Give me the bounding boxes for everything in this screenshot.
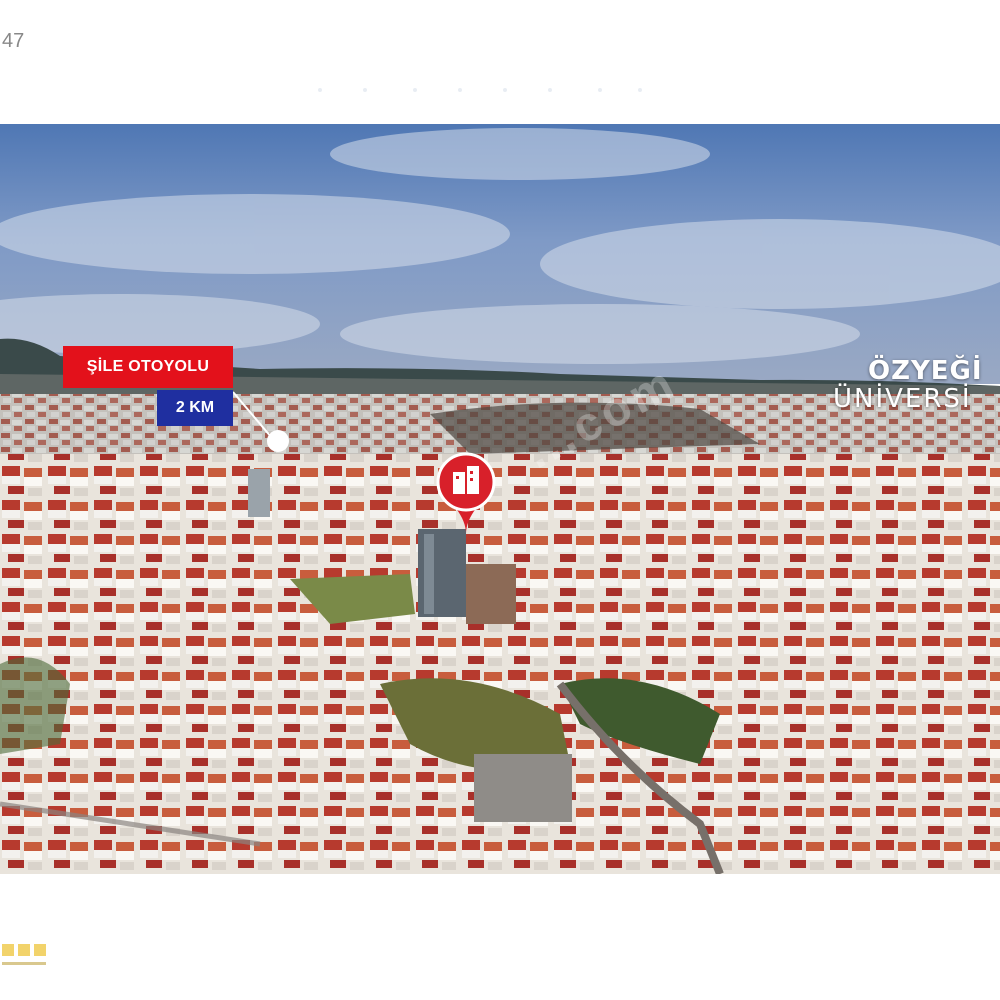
- decorative-dots: [318, 88, 642, 92]
- aerial-city-photo: [0, 124, 1000, 874]
- road-distance-label: 2 KM: [157, 390, 233, 426]
- road-name-label: ŞİLE OTOYOLU: [63, 346, 233, 388]
- university-label-line2: ÜNİVERSİ: [833, 384, 972, 414]
- university-label-line1: ÖZYEĞİ: [868, 356, 983, 386]
- corner-number: 47: [2, 30, 25, 52]
- brand-logo-icon: [2, 944, 46, 965]
